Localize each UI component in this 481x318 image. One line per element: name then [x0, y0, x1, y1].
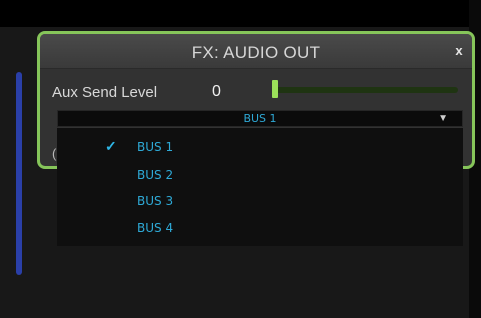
check-icon: ✓: [105, 138, 117, 154]
top-bar: [0, 0, 481, 27]
bus-option-3[interactable]: BUS 3: [57, 192, 463, 212]
bus-option-label: BUS 1: [137, 140, 174, 154]
aux-send-value[interactable]: 0: [212, 83, 221, 101]
triangle-down-icon: ▼: [438, 113, 448, 124]
bus-dropdown-menu: ✓ BUS 1 BUS 2 BUS 3 BUS 4: [57, 128, 463, 246]
bus-select-value: BUS 1: [243, 112, 277, 125]
bus-option-label: BUS 2: [137, 168, 174, 182]
bus-option-4[interactable]: BUS 4: [57, 219, 463, 239]
panel-title: FX: AUDIO OUT: [191, 43, 321, 62]
panel-partial-text: (: [52, 146, 57, 161]
aux-send-label: Aux Send Level: [52, 84, 158, 101]
bus-option-2[interactable]: BUS 2: [57, 166, 463, 186]
panel-header: FX: AUDIO OUT x: [40, 34, 472, 69]
close-button[interactable]: x: [450, 42, 468, 60]
aux-send-slider-track[interactable]: [272, 87, 458, 93]
bus-option-1[interactable]: ✓ BUS 1: [57, 138, 463, 158]
side-strip: [16, 72, 22, 275]
bus-option-label: BUS 3: [137, 194, 174, 208]
bus-option-label: BUS 4: [137, 221, 174, 235]
aux-send-slider-handle[interactable]: [272, 80, 278, 98]
bus-select[interactable]: BUS 1 ▼: [57, 110, 463, 127]
